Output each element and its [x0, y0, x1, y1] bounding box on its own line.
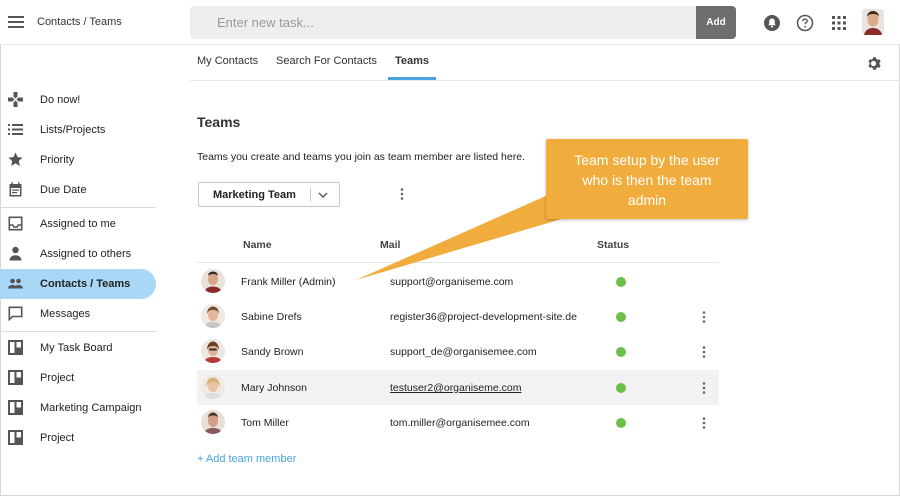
list-icon [8, 124, 23, 135]
notification-bell-icon[interactable] [763, 14, 781, 32]
status-online-indicator [616, 383, 626, 393]
page-description: Teams you create and teams you join as t… [197, 151, 525, 163]
annotation-callout: Team setup by the user who is then the t… [546, 139, 748, 219]
team-select[interactable]: Marketing Team [198, 182, 340, 207]
user-avatar[interactable] [862, 9, 884, 35]
member-name: Sandy Brown [241, 346, 304, 358]
settings-gear-icon[interactable] [866, 56, 881, 71]
status-online-indicator [616, 277, 626, 287]
sidebar-item-label: Due Date [40, 184, 87, 196]
sidebar-divider [0, 331, 156, 332]
table-row[interactable]: Frank Miller (Admin) support@organiseme.… [197, 264, 719, 299]
sidebar-item-lists-projects[interactable]: Lists/Projects [0, 115, 156, 145]
inbox-icon [8, 216, 23, 231]
row-more-options-icon[interactable] [699, 310, 709, 324]
member-name: Frank Miller (Admin) [241, 276, 336, 288]
board-icon [8, 340, 23, 355]
calendar-icon [9, 182, 22, 197]
sidebar-item-label: Messages [40, 308, 91, 320]
select-divider [310, 188, 311, 202]
table-row[interactable]: Tom Miller tom.miller@organisemee.com [197, 405, 719, 440]
people-icon [8, 278, 23, 289]
tab-my-contacts[interactable]: My Contacts [197, 45, 258, 80]
contacts-tabs: My Contacts Search For Contacts Teams [190, 45, 900, 81]
sidebar-item-messages[interactable]: Messages [0, 299, 156, 329]
row-more-options-icon[interactable] [699, 345, 709, 359]
star-icon [8, 152, 23, 166]
sidebar-item-do-now[interactable]: Do now! [0, 85, 156, 115]
add-task-button[interactable]: Add [696, 6, 736, 39]
table-row[interactable]: Sabine Drefs register36@project-developm… [197, 299, 719, 334]
sidebar-item-project-2[interactable]: Project [0, 423, 156, 453]
sidebar-item-project[interactable]: Project [0, 363, 156, 393]
sidebar-item-due-date[interactable]: Due Date [0, 175, 156, 205]
member-mail: support@organiseme.com [390, 276, 514, 288]
table-header-divider [197, 262, 719, 263]
sidebar-item-priority[interactable]: Priority [0, 145, 156, 175]
chevron-down-icon [318, 192, 328, 198]
callout-line-3: admin [627, 192, 667, 208]
sidebar-item-my-task-board[interactable]: My Task Board [0, 333, 156, 363]
sidebar-item-label: My Task Board [40, 342, 113, 354]
row-more-options-icon[interactable] [699, 381, 709, 395]
member-mail-link[interactable]: testuser2@organiseme.com [390, 382, 521, 394]
avatar [201, 375, 225, 399]
sidebar-item-marketing-campaign[interactable]: Marketing Campaign [0, 393, 156, 423]
row-more-options-icon[interactable] [699, 416, 709, 430]
status-online-indicator [616, 418, 626, 428]
new-task-bar: Add [190, 6, 736, 39]
callout-line-2: who is then the team [582, 172, 712, 188]
sidebar-item-label: Assigned to me [40, 218, 116, 230]
sidebar-item-label: Marketing Campaign [40, 402, 142, 414]
team-more-options-icon[interactable] [397, 187, 407, 201]
gamepad-icon [8, 92, 23, 107]
avatar [201, 339, 225, 363]
avatar [201, 269, 225, 293]
sidebar-item-assigned-to-me[interactable]: Assigned to me [0, 209, 156, 239]
avatar [201, 304, 225, 328]
board-icon [8, 400, 23, 415]
help-icon[interactable] [796, 14, 814, 32]
new-task-input[interactable] [190, 6, 696, 39]
team-select-value: Marketing Team [213, 189, 296, 201]
column-header-mail: Mail [380, 239, 401, 251]
column-header-name: Name [243, 239, 272, 251]
callout-line-1: Team setup by the user [574, 152, 720, 168]
member-name: Mary Johnson [241, 382, 307, 394]
status-online-indicator [616, 347, 626, 357]
top-bar: Contacts / Teams Add [0, 0, 900, 45]
person-icon [9, 246, 22, 261]
board-icon [8, 370, 23, 385]
sidebar-item-label: Assigned to others [40, 248, 132, 260]
column-header-status: Status [597, 239, 630, 251]
tab-search-for-contacts[interactable]: Search For Contacts [276, 45, 377, 80]
sidebar-item-assigned-to-others[interactable]: Assigned to others [0, 239, 156, 269]
table-row[interactable]: Mary Johnson testuser2@organiseme.com [197, 370, 719, 405]
sidebar-divider [0, 207, 156, 208]
sidebar-item-label: Project [40, 372, 75, 384]
member-name: Tom Miller [241, 417, 289, 429]
table-row[interactable]: Sandy Brown support_de@organisemee.com [197, 334, 719, 369]
member-mail: tom.miller@organisemee.com [390, 417, 530, 429]
tab-teams[interactable]: Teams [388, 45, 436, 80]
sidebar-item-contacts-teams[interactable]: Contacts / Teams [0, 269, 156, 299]
apps-grid-icon[interactable] [830, 14, 848, 32]
page-title: Teams [197, 114, 241, 130]
sidebar-item-label: Priority [40, 154, 75, 166]
member-name: Sabine Drefs [241, 311, 302, 323]
avatar [201, 410, 225, 434]
chat-icon [8, 306, 23, 321]
status-online-indicator [616, 312, 626, 322]
member-mail: register36@project-development-site.de [390, 311, 577, 323]
sidebar-item-label: Project [40, 432, 75, 444]
menu-icon[interactable] [8, 16, 24, 28]
sidebar-item-label: Lists/Projects [40, 124, 106, 136]
sidebar-item-label: Do now! [40, 94, 81, 106]
add-team-member-link[interactable]: + Add team member [197, 453, 296, 465]
board-icon [8, 430, 23, 445]
member-mail: support_de@organisemee.com [390, 346, 537, 358]
sidebar-item-label: Contacts / Teams [40, 278, 131, 290]
app-title: Contacts / Teams [37, 16, 122, 28]
sidebar: Do now! Lists/Projects Priority Due Date… [0, 85, 156, 453]
